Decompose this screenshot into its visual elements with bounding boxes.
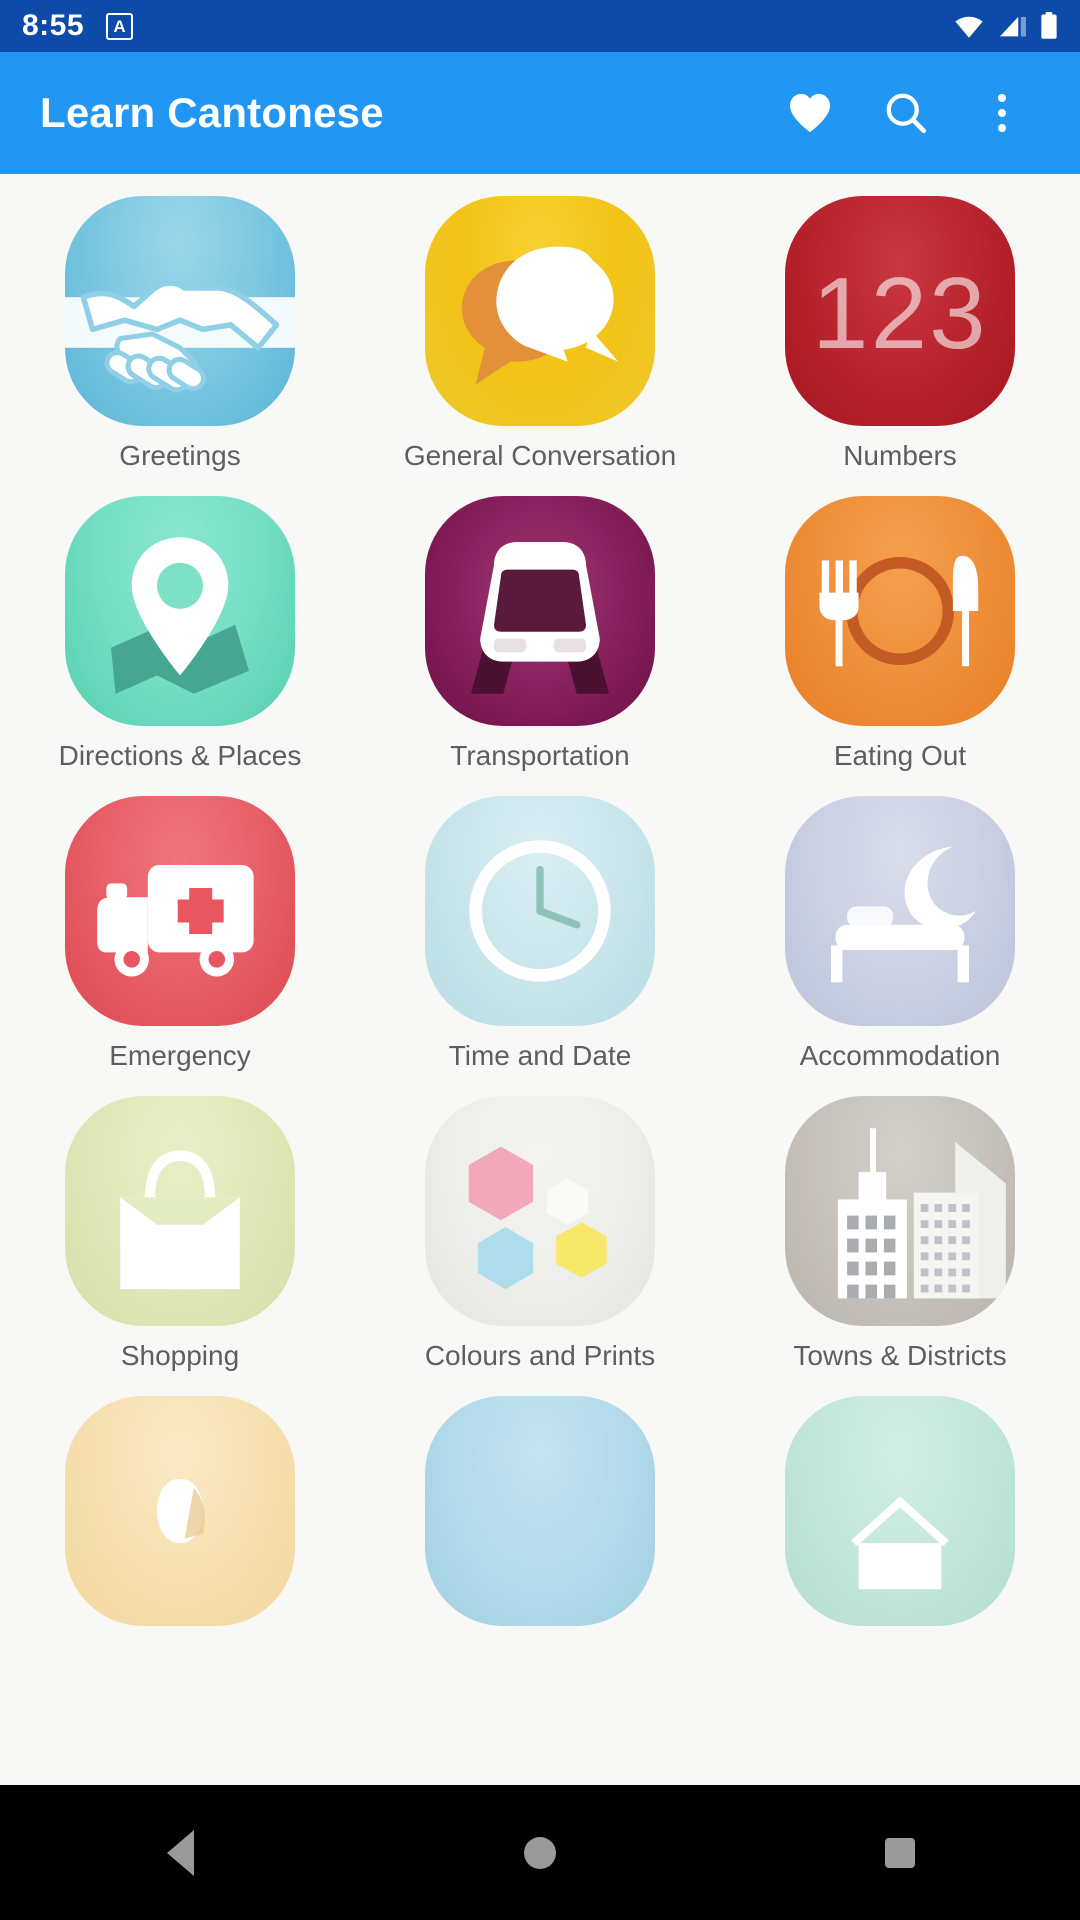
shopping-bag-icon — [120, 1150, 240, 1290]
svg-text:123: 123 — [812, 257, 988, 370]
favorites-button[interactable] — [762, 65, 858, 161]
heart-icon — [789, 93, 831, 133]
category-tile-time-and-date[interactable]: Time and Date — [360, 796, 720, 1096]
category-tile-label: Accommodation — [799, 1040, 1001, 1071]
colours-and-prints-tile-art — [425, 1096, 655, 1326]
category-tile-label: Towns & Districts — [793, 1340, 1007, 1371]
general-conversation-tile-art — [425, 196, 655, 426]
partial-tile-art-2 — [425, 1396, 655, 1626]
ambulance-icon — [97, 865, 254, 977]
category-tile-label: Directions & Places — [58, 740, 302, 771]
overflow-menu-button[interactable] — [954, 65, 1050, 161]
accommodation-tile-art — [785, 796, 1015, 1026]
partial-tile-icon — [157, 1478, 205, 1544]
status-bar: 8:55 A — [0, 0, 1080, 52]
more-vertical-icon — [979, 90, 1025, 136]
category-tile-label: Eating Out — [833, 740, 967, 771]
category-tile-partial-2[interactable] — [360, 1396, 720, 1696]
category-tile-shopping[interactable]: Shopping — [0, 1096, 360, 1396]
category-tile-partial-1[interactable] — [0, 1396, 360, 1696]
cellular-signal-icon — [1000, 16, 1026, 37]
android-navigation-bar — [0, 1785, 1080, 1920]
category-tile-towns-districts[interactable]: Towns & Districts — [720, 1096, 1080, 1396]
eating-out-tile-art — [785, 496, 1015, 726]
category-tile-label: Colours and Prints — [424, 1340, 656, 1371]
shopping-tile-art — [65, 1096, 295, 1326]
status-bar-icons — [952, 12, 1058, 40]
category-tile-numbers[interactable]: 123 Numbers — [720, 196, 1080, 496]
app-bar: Learn Cantonese — [0, 52, 1080, 174]
category-tile-partial-3[interactable] — [720, 1396, 1080, 1696]
page-title: Learn Cantonese — [40, 89, 384, 136]
category-tile-label: Transportation — [450, 740, 630, 771]
greetings-tile-art — [65, 196, 295, 426]
map-pin-icon — [111, 537, 249, 694]
category-tile-colours-and-prints[interactable]: Colours and Prints — [360, 1096, 720, 1396]
app-notification-badge-icon: A — [106, 12, 134, 40]
wifi-icon — [955, 16, 983, 38]
partial-tile-art-3 — [785, 1396, 1015, 1626]
category-tile-eating-out[interactable]: Eating Out — [720, 496, 1080, 796]
app-bar-actions — [762, 65, 1050, 161]
category-tile-label: Shopping — [120, 1340, 240, 1371]
directions-places-tile-art — [65, 496, 295, 726]
category-grid-scroll[interactable]: Greetings General Conversation 123 Numbe… — [0, 174, 1080, 1785]
triangle-back-icon — [166, 1829, 194, 1876]
category-tile-label: Greetings — [119, 440, 241, 471]
category-tile-emergency[interactable]: Emergency — [0, 796, 360, 1096]
emergency-tile-art — [65, 796, 295, 1026]
category-tile-greetings[interactable]: Greetings — [0, 196, 360, 496]
cutlery-plate-icon — [819, 555, 979, 667]
nav-home-button[interactable] — [450, 1785, 630, 1920]
search-icon — [886, 93, 927, 134]
handshake-icon — [65, 280, 295, 393]
category-tile-label: Time and Date — [448, 1040, 632, 1071]
transportation-tile-art — [425, 496, 655, 726]
category-tile-label: Numbers — [843, 440, 957, 471]
clock-icon — [469, 840, 611, 982]
123-icon: 123 — [812, 257, 988, 370]
search-button[interactable] — [858, 65, 954, 161]
square-recents-icon — [885, 1837, 915, 1868]
partial-tile-art-1 — [65, 1396, 295, 1626]
category-tile-transportation[interactable]: Transportation — [360, 496, 720, 796]
nav-recents-button[interactable] — [810, 1785, 990, 1920]
numbers-tile-art: 123 — [785, 196, 1015, 426]
category-tile-general-conversation[interactable]: General Conversation — [360, 196, 720, 496]
category-tile-label: General Conversation — [403, 440, 677, 471]
cityscape-icon — [837, 1128, 1006, 1299]
hexagons-icon — [468, 1146, 607, 1290]
circle-home-icon — [524, 1836, 556, 1869]
category-tile-directions-places[interactable]: Directions & Places — [0, 496, 360, 796]
nav-back-button[interactable] — [90, 1785, 270, 1920]
bed-moon-icon — [831, 846, 976, 983]
speech-bubbles-icon — [461, 246, 619, 385]
battery-icon — [1041, 12, 1057, 39]
towns-districts-tile-art — [785, 1096, 1015, 1326]
category-tile-label: Emergency — [109, 1040, 251, 1071]
category-tile-accommodation[interactable]: Accommodation — [720, 796, 1080, 1096]
train-icon — [471, 542, 609, 694]
category-grid: Greetings General Conversation 123 Numbe… — [0, 174, 1080, 1696]
partial-tile-icon — [851, 1496, 949, 1590]
partial-tile-icon — [425, 1396, 655, 1626]
status-bar-clock: 8:55 — [22, 9, 85, 42]
time-and-date-tile-art — [425, 796, 655, 1026]
